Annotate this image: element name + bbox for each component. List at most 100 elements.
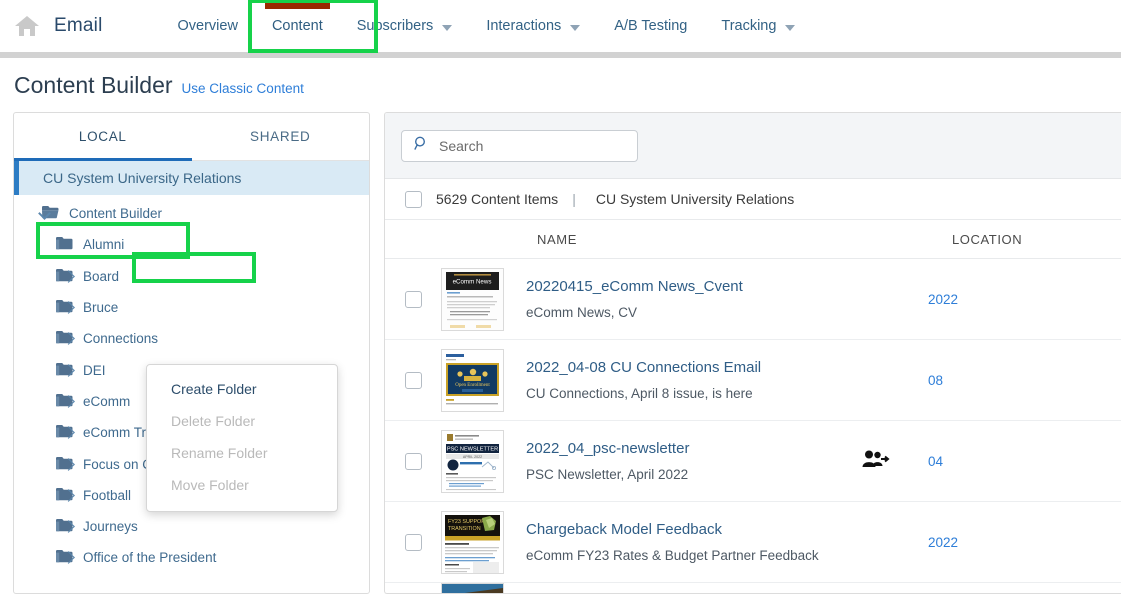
nav-item-content-label: Content (271, 18, 323, 34)
local-shared-tabs: LOCAL SHARED (14, 113, 369, 161)
svg-text:APRIL 2022: APRIL 2022 (463, 455, 482, 459)
table-row[interactable]: eComm News 20220415_eComm News_Cvent eCo… (385, 259, 1121, 340)
tree-item-board[interactable]: Board (14, 261, 369, 292)
column-header-location: LOCATION (951, 231, 1023, 247)
table-row[interactable] (385, 583, 1121, 593)
tree-item-label: Board (83, 268, 120, 284)
tree-item-bruce[interactable]: Bruce (14, 292, 369, 323)
tree-item-label: Content Builder (69, 206, 163, 222)
app-name: Email (54, 15, 103, 36)
nav-item-subscribers-label: Subscribers (356, 18, 434, 34)
page-header: Content Builder Use Classic Content (0, 53, 1121, 99)
tree-item-journeys[interactable]: Journeys (14, 511, 369, 542)
email-thumbnail: Open Enrollment (441, 348, 504, 412)
search-box[interactable] (401, 129, 638, 162)
tree-item-office-of-the-president[interactable]: Office of the President (14, 542, 369, 573)
use-classic-content-link[interactable]: Use Classic Content (182, 81, 304, 96)
nav-item-tracking-label: Tracking (721, 18, 777, 34)
nav-item-ab-testing-label: A/B Testing (614, 18, 688, 34)
tree-root-label: CU System University Relations (43, 170, 242, 186)
chevron-down-icon (442, 25, 453, 31)
svg-text:eComm News: eComm News (453, 278, 492, 285)
context-menu-item-delete-folder: Delete Folder (147, 405, 337, 437)
nav-item-subscribers[interactable]: Subscribers (340, 0, 470, 53)
current-folder-label: CU System University Relations (595, 191, 795, 207)
tree-item-alumni[interactable]: Alumni (14, 229, 369, 260)
folder-icon (56, 236, 73, 253)
content-item-title[interactable]: Chargeback Model Feedback (526, 521, 846, 538)
row-checkbox[interactable] (405, 371, 422, 389)
content-item-subtitle: eComm FY23 Rates & Budget Partner Feedba… (526, 548, 819, 563)
tree-item-label: Alumni (83, 237, 125, 253)
tree-item-label: DEI (83, 362, 106, 378)
tree-item-label: Bruce (83, 300, 119, 316)
search-bar (385, 113, 1121, 179)
content-item-title[interactable]: 20220415_eComm News_Cvent (526, 278, 846, 295)
email-thumbnail: FY23 SUPPORT TRANSITION (441, 510, 504, 574)
content-item-title[interactable]: 2022_04_psc-newsletter (526, 440, 846, 457)
home-icon[interactable] (14, 14, 40, 38)
nav-item-ab-testing[interactable]: A/B Testing (597, 0, 704, 53)
nav-item-overview-label: Overview (177, 18, 238, 34)
context-menu-item-label: Delete Folder (171, 413, 256, 429)
row-checkbox[interactable] (405, 290, 422, 308)
row-checkbox[interactable] (405, 452, 422, 470)
tree-item-connections[interactable]: Connections (14, 323, 369, 354)
search-icon (414, 136, 429, 156)
context-menu-item-label: Create Folder (171, 381, 257, 397)
nav-item-overview[interactable]: Overview (161, 0, 255, 53)
email-thumbnail (441, 583, 504, 593)
content-table-header: NAME LOCATION (385, 220, 1121, 259)
tab-shared[interactable]: SHARED (192, 113, 370, 160)
chevron-down-icon (785, 25, 796, 31)
email-thumbnail: eComm News (441, 267, 504, 331)
tree-item-content-builder[interactable]: Content Builder (14, 198, 369, 229)
folder-context-menu: Create Folder Delete Folder Rename Folde… (146, 364, 338, 512)
email-thumbnail: PSC NEWSLETTER APRIL 2022 (441, 429, 504, 493)
tree-item-label: Journeys (83, 519, 138, 535)
content-item-subtitle: CU Connections, April 8 issue, is here (526, 386, 753, 401)
count-divider: | (572, 191, 576, 207)
content-item-location[interactable]: 2022 (906, 535, 992, 550)
table-row[interactable]: FY23 SUPPORT TRANSITION Chargeback Model… (385, 502, 1121, 583)
row-checkbox[interactable] (405, 533, 422, 551)
search-input[interactable] (439, 137, 609, 154)
chevron-down-icon (570, 25, 581, 31)
row-text: 2022_04-08 CU Connections Email CU Conne… (526, 359, 846, 401)
home-and-app-name[interactable]: Email (0, 14, 103, 38)
tree-item-label: Connections (83, 331, 159, 347)
content-item-location[interactable]: 2022 (906, 292, 992, 307)
content-item-location[interactable]: 08 (906, 373, 992, 388)
content-items-count: 5629 Content Items (436, 191, 559, 207)
tab-local[interactable]: LOCAL (14, 113, 192, 161)
svg-text:Open Enrollment: Open Enrollment (455, 383, 490, 388)
content-item-title[interactable]: 2022_04-08 CU Connections Email (526, 359, 846, 376)
row-text: Chargeback Model Feedback eComm FY23 Rat… (526, 521, 846, 563)
svg-text:PSC NEWSLETTER: PSC NEWSLETTER (447, 446, 498, 452)
row-text: 20220415_eComm News_Cvent eComm News, CV (526, 278, 846, 320)
content-count-bar: 5629 Content Items | CU System Universit… (385, 179, 1121, 220)
shared-users-icon (862, 449, 890, 474)
folder-tree-panel: LOCAL SHARED CU System University Relati… (13, 112, 370, 594)
top-navigation-bar: Email Overview Content Subscribers Inter… (0, 0, 1121, 58)
context-menu-item-move-folder: Move Folder (147, 469, 337, 501)
nav-item-interactions[interactable]: Interactions (469, 0, 597, 53)
page-title: Content Builder (14, 72, 173, 98)
context-menu-item-create-folder[interactable]: Create Folder (147, 373, 337, 405)
nav-items: Overview Content Subscribers Interaction… (161, 0, 813, 53)
tree-item-label: eComm (83, 393, 131, 409)
tab-shared-label: SHARED (250, 129, 311, 144)
nav-item-tracking[interactable]: Tracking (704, 0, 812, 53)
table-row[interactable]: PSC NEWSLETTER APRIL 2022 2022_04_psc-ne… (385, 421, 1121, 502)
row-text: 2022_04_psc-newsletter PSC Newsletter, A… (526, 440, 846, 482)
content-item-location[interactable]: 04 (906, 454, 992, 469)
tree-root-cu-system-university-relations[interactable]: CU System University Relations (14, 161, 369, 195)
nav-item-content[interactable]: Content (255, 0, 340, 53)
context-menu-item-label: Rename Folder (171, 445, 268, 461)
nav-item-interactions-label: Interactions (486, 18, 562, 34)
context-menu-item-label: Move Folder (171, 477, 249, 493)
tree-item-label: Football (83, 487, 132, 503)
table-row[interactable]: Open Enrollment 2022_04-08 CU Connection… (385, 340, 1121, 421)
content-items-panel: 5629 Content Items | CU System Universit… (384, 112, 1121, 594)
select-all-checkbox[interactable] (405, 190, 422, 208)
